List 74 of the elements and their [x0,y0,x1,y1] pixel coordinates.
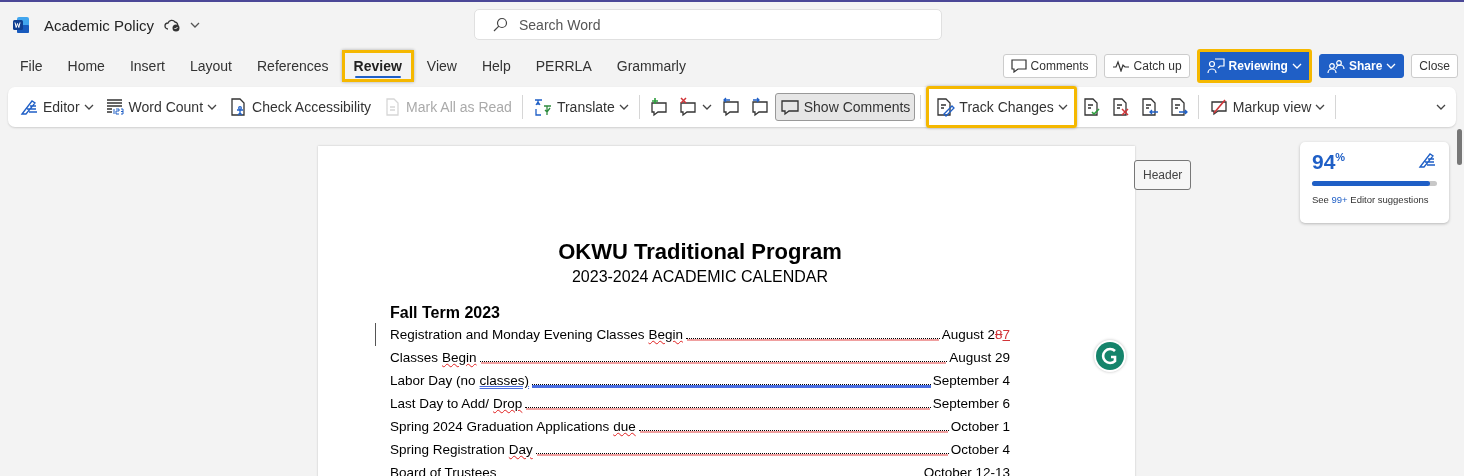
scrollbar-thumb[interactable] [1457,129,1462,165]
event-label: Spring Registration [390,441,505,459]
header-label[interactable]: Header [1134,160,1192,190]
header-button[interactable]: Reviewing [1196,49,1312,83]
flagged-word: due [613,418,636,436]
event-date: August 29 [949,349,1010,367]
track-changes-icon [935,97,956,117]
event-label: Last Day to Add/ [390,395,490,413]
deleted-text: 8 [994,326,1003,344]
next-change-icon [1168,97,1189,117]
flagged-word: Drop [493,395,523,413]
delete-comment-icon [677,97,698,117]
previous-change-icon [1139,97,1160,117]
menu-tab[interactable]: Review [341,50,414,82]
event-label: Spring 2024 Graduation Applications [390,418,610,436]
menu-tab[interactable]: PERRLA [523,50,604,82]
flagged-word: classes) [479,372,530,390]
event-date: September 6 [932,395,1010,413]
search-icon [492,17,508,33]
word-logo-icon[interactable] [12,16,30,34]
menu-tab[interactable]: Layout [177,50,244,82]
next-comment-icon [749,97,770,117]
ribbon-button[interactable]: Show Comments [774,93,916,121]
reviewer-icon [1206,58,1225,74]
event-date: September 4 [932,372,1010,390]
header-button[interactable]: Catch up [1103,54,1190,78]
translate-icon [532,97,553,117]
grammarly-icon [1096,342,1124,370]
ribbon-button[interactable]: Translate [527,93,634,121]
editor-score-card[interactable]: 94$^{%}$ See 99+ Editor suggestions [1300,142,1449,223]
event-date: October 1 [950,418,1010,436]
flagged-word: Day [508,441,533,459]
reject-icon [1110,97,1131,117]
document-subtitle: 2023-2024 ACADEMIC CALENDAR [570,267,830,287]
menu-tab[interactable]: File [8,50,55,82]
caret-icon [1436,104,1446,110]
event-label: Registration and Monday Evening Classes [390,326,645,344]
ribbon-button[interactable]: Check Accessibility [223,93,377,121]
ribbon-button[interactable]: Markup view [1203,93,1331,121]
comment-icon [779,97,800,117]
ribbon-button[interactable]: Word Count [99,93,223,121]
event-date: October 4 [950,441,1010,459]
accept-icon [1081,97,1102,117]
document-title[interactable]: Academic Policy [44,16,155,34]
menu-tab[interactable]: Home [55,50,117,82]
people-icon [1326,59,1345,73]
event-date: August 2 [941,326,995,344]
flagged-word: Begin [442,349,477,367]
inserted-text: 7 [1002,326,1010,344]
close-button[interactable]: Close [1411,54,1458,78]
caret-icon [190,22,201,28]
menu-tab[interactable]: Insert [117,50,177,82]
section-heading: Fall Term 2023 [390,303,501,323]
document-heading: OKWU Traditional Program [557,239,843,265]
ribbon-button[interactable]: Track Changes [926,86,1077,128]
menu-tab[interactable]: Help [469,50,523,82]
ribbon-button[interactable]: Editor [14,93,99,121]
comment-icon [1010,59,1027,73]
new-comment-icon [648,97,669,117]
markup-icon [1208,97,1229,117]
suggestions-link[interactable]: See 99+ Editor suggestions [1312,194,1437,205]
editor-score: 94$^{%}$ [1312,150,1346,174]
header-button[interactable]: Comments [1002,54,1097,78]
menu-tab[interactable]: View [414,50,469,82]
flagged-word: Begin [648,326,683,344]
menu-tab[interactable]: Grammarly [604,50,698,82]
event-label: Classes [390,349,438,367]
event-label: Labor Day (no [390,372,476,390]
menu-tab[interactable]: References [245,50,341,82]
search-field[interactable]: Search Word [474,9,942,40]
pulse-icon [1111,60,1130,72]
word-count-icon [104,97,125,117]
header-button[interactable]: Share [1318,54,1405,78]
previous-comment-icon [720,97,741,117]
